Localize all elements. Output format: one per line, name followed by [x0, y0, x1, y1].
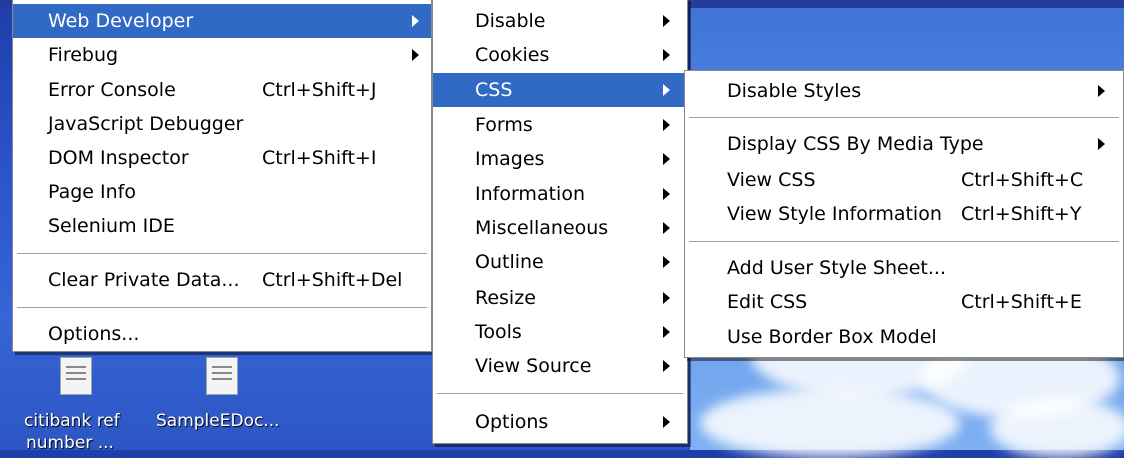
tools-menu: Web Developer Firebug Error Console Ctrl…: [12, 0, 432, 352]
menu-item-images[interactable]: Images: [433, 142, 687, 176]
web-developer-submenu: Disable Cookies CSS Forms Images Informa…: [432, 0, 688, 444]
submenu-arrow-icon: [663, 416, 670, 428]
menu-item-firebug[interactable]: Firebug: [13, 38, 431, 72]
menu-item-dom-inspector[interactable]: DOM Inspector Ctrl+Shift+I: [13, 141, 431, 175]
desktop-icon-citibank[interactable]: citibank ref number ...: [20, 355, 150, 453]
menu-item-label: Display CSS By Media Type: [727, 133, 984, 155]
menu-item-label: Firebug: [48, 44, 119, 66]
submenu-arrow-icon: [663, 153, 670, 165]
menu-item-label: Disable: [475, 10, 546, 32]
submenu-arrow-icon: [663, 49, 670, 61]
menu-item-shortcut: Ctrl+Shift+I: [262, 147, 377, 169]
menu-item-display-css-by-media-type[interactable]: Display CSS By Media Type: [685, 127, 1123, 161]
menu-item-options[interactable]: Options: [433, 405, 687, 439]
desktop-icon-label: citibank ref: [24, 411, 120, 431]
menu-item-label: Page Info: [48, 181, 136, 203]
menu-item-edit-css[interactable]: Edit CSS Ctrl+Shift+E: [685, 285, 1123, 319]
menu-item-label: Information: [475, 183, 585, 205]
menu-item-view-css[interactable]: View CSS Ctrl+Shift+C: [685, 163, 1123, 197]
menu-item-javascript-debugger[interactable]: JavaScript Debugger: [13, 107, 431, 141]
menu-item-forms[interactable]: Forms: [433, 108, 687, 142]
menu-item-label: Disable Styles: [727, 80, 862, 102]
menu-item-label: Cookies: [475, 44, 550, 66]
menu-item-shortcut: Ctrl+Shift+J: [262, 79, 377, 101]
menu-item-error-console[interactable]: Error Console Ctrl+Shift+J: [13, 73, 431, 107]
menu-item-label: Forms: [475, 114, 533, 136]
submenu-arrow-icon: [663, 326, 670, 338]
document-icon: [60, 357, 92, 395]
menu-item-label: Web Developer: [48, 10, 194, 32]
menu-item-label: Selenium IDE: [48, 215, 175, 237]
desktop-icon-label-line2: number ...: [26, 433, 114, 453]
submenu-arrow-icon: [663, 15, 670, 27]
menu-item-label: JavaScript Debugger: [48, 113, 244, 135]
menu-separator: [689, 117, 1119, 118]
menu-item-options[interactable]: Options...: [13, 317, 431, 351]
menu-item-label: Use Border Box Model: [727, 326, 937, 348]
menu-item-view-style-information[interactable]: View Style Information Ctrl+Shift+Y: [685, 197, 1123, 231]
menu-item-shortcut: Ctrl+Shift+C: [961, 169, 1084, 191]
menu-item-cookies[interactable]: Cookies: [433, 38, 687, 72]
menu-item-information[interactable]: Information: [433, 177, 687, 211]
menu-item-add-user-style-sheet[interactable]: Add User Style Sheet...: [685, 251, 1123, 285]
menu-item-disable[interactable]: Disable: [433, 4, 687, 38]
menu-item-resize[interactable]: Resize: [433, 281, 687, 315]
menu-separator: [689, 241, 1119, 242]
submenu-arrow-icon: [663, 84, 670, 96]
menu-item-label: View Source: [475, 355, 592, 377]
menu-separator: [17, 307, 427, 308]
menu-item-label: Miscellaneous: [475, 217, 609, 239]
document-icon: [206, 357, 238, 395]
desktop-icon-sampleedoc[interactable]: SampleEDoc...: [150, 355, 300, 450]
menu-item-label: View CSS: [727, 169, 816, 191]
css-submenu: Disable Styles Display CSS By Media Type…: [684, 70, 1124, 358]
submenu-arrow-icon: [412, 49, 419, 61]
menu-item-miscellaneous[interactable]: Miscellaneous: [433, 211, 687, 245]
submenu-arrow-icon: [663, 292, 670, 304]
menu-item-outline[interactable]: Outline: [433, 245, 687, 279]
menu-item-label: View Style Information: [727, 203, 942, 225]
submenu-arrow-icon: [663, 256, 670, 268]
menu-item-page-info[interactable]: Page Info: [13, 175, 431, 209]
submenu-arrow-icon: [1098, 138, 1105, 150]
menu-item-disable-styles[interactable]: Disable Styles: [685, 74, 1123, 108]
menu-item-use-border-box-model[interactable]: Use Border Box Model: [685, 320, 1123, 354]
submenu-arrow-icon: [663, 222, 670, 234]
menu-item-label: Options: [475, 411, 549, 433]
submenu-arrow-icon: [412, 15, 419, 27]
menu-item-shortcut: Ctrl+Shift+Del: [262, 269, 403, 291]
menu-separator: [17, 253, 427, 254]
submenu-arrow-icon: [663, 188, 670, 200]
submenu-arrow-icon: [663, 119, 670, 131]
menu-item-web-developer[interactable]: Web Developer: [13, 4, 431, 38]
menu-item-selenium-ide[interactable]: Selenium IDE: [13, 209, 431, 243]
menu-item-label: Edit CSS: [727, 291, 808, 313]
menu-item-shortcut: Ctrl+Shift+E: [961, 291, 1082, 313]
menu-item-shortcut: Ctrl+Shift+Y: [961, 203, 1082, 225]
menu-item-clear-private-data[interactable]: Clear Private Data... Ctrl+Shift+Del: [13, 263, 431, 297]
menu-item-css[interactable]: CSS: [433, 73, 687, 107]
menu-item-label: Resize: [475, 287, 536, 309]
menu-item-label: Add User Style Sheet...: [727, 257, 946, 279]
menu-separator: [437, 393, 683, 394]
menu-item-label: CSS: [475, 79, 513, 101]
menu-item-label: Options...: [48, 323, 140, 345]
menu-item-label: Tools: [475, 321, 522, 343]
menu-item-label: DOM Inspector: [48, 147, 189, 169]
menu-item-label: Clear Private Data...: [48, 269, 240, 291]
menu-item-label: Images: [475, 148, 545, 170]
menu-item-view-source[interactable]: View Source: [433, 349, 687, 383]
desktop-icon-label: SampleEDoc...: [156, 411, 280, 431]
menu-item-label: Error Console: [48, 79, 176, 101]
menu-item-tools[interactable]: Tools: [433, 315, 687, 349]
menu-item-label: Outline: [475, 251, 544, 273]
submenu-arrow-icon: [1098, 85, 1105, 97]
submenu-arrow-icon: [663, 360, 670, 372]
